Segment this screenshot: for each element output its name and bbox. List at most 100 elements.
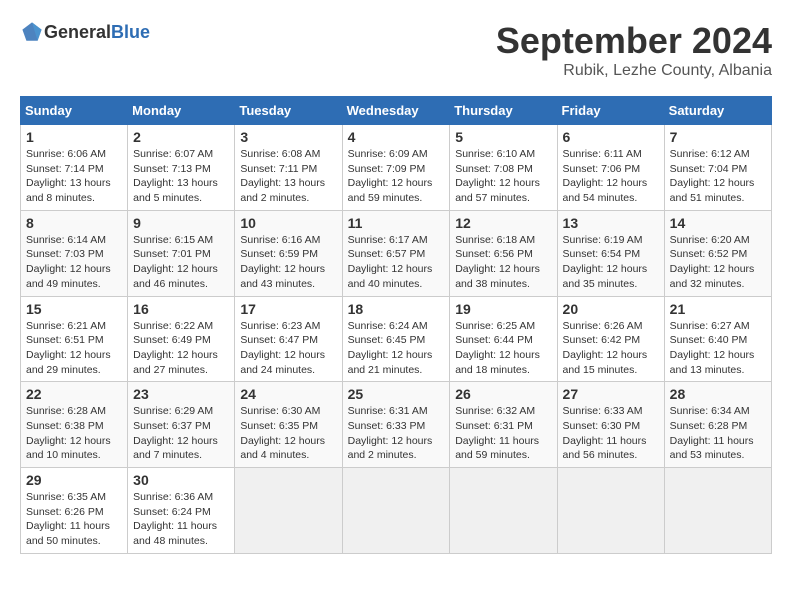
day-info: Sunrise: 6:19 AM Sunset: 6:54 PM Dayligh…: [563, 233, 659, 292]
day-info: Sunrise: 6:27 AM Sunset: 6:40 PM Dayligh…: [670, 319, 766, 378]
calendar-day: 14 Sunrise: 6:20 AM Sunset: 6:52 PM Dayl…: [664, 210, 771, 296]
day-number: 10: [240, 215, 336, 231]
calendar-day: 29 Sunrise: 6:35 AM Sunset: 6:26 PM Dayl…: [21, 468, 128, 554]
day-info: Sunrise: 6:18 AM Sunset: 6:56 PM Dayligh…: [455, 233, 551, 292]
calendar-day: 22 Sunrise: 6:28 AM Sunset: 6:38 PM Dayl…: [21, 382, 128, 468]
day-number: 17: [240, 301, 336, 317]
location-title: Rubik, Lezhe County, Albania: [496, 62, 772, 80]
calendar-day: 26 Sunrise: 6:32 AM Sunset: 6:31 PM Dayl…: [450, 382, 557, 468]
calendar-day: 10 Sunrise: 6:16 AM Sunset: 6:59 PM Dayl…: [235, 210, 342, 296]
column-header-thursday: Thursday: [450, 97, 557, 125]
logo: GeneralBlue: [20, 20, 150, 44]
day-info: Sunrise: 6:11 AM Sunset: 7:06 PM Dayligh…: [563, 147, 659, 206]
calendar-day: 2 Sunrise: 6:07 AM Sunset: 7:13 PM Dayli…: [128, 125, 235, 211]
day-info: Sunrise: 6:06 AM Sunset: 7:14 PM Dayligh…: [26, 147, 122, 206]
day-number: 13: [563, 215, 659, 231]
calendar-day: 1 Sunrise: 6:06 AM Sunset: 7:14 PM Dayli…: [21, 125, 128, 211]
calendar-day: [235, 468, 342, 554]
day-info: Sunrise: 6:26 AM Sunset: 6:42 PM Dayligh…: [563, 319, 659, 378]
day-info: Sunrise: 6:12 AM Sunset: 7:04 PM Dayligh…: [670, 147, 766, 206]
logo-general-text: General: [44, 22, 111, 43]
calendar-day: 13 Sunrise: 6:19 AM Sunset: 6:54 PM Dayl…: [557, 210, 664, 296]
calendar-day: 15 Sunrise: 6:21 AM Sunset: 6:51 PM Dayl…: [21, 296, 128, 382]
title-area: September 2024 Rubik, Lezhe County, Alba…: [496, 20, 772, 80]
calendar-day: 17 Sunrise: 6:23 AM Sunset: 6:47 PM Dayl…: [235, 296, 342, 382]
day-number: 28: [670, 386, 766, 402]
calendar-day: 3 Sunrise: 6:08 AM Sunset: 7:11 PM Dayli…: [235, 125, 342, 211]
day-number: 14: [670, 215, 766, 231]
calendar-day: 24 Sunrise: 6:30 AM Sunset: 6:35 PM Dayl…: [235, 382, 342, 468]
calendar-day: [342, 468, 450, 554]
day-info: Sunrise: 6:24 AM Sunset: 6:45 PM Dayligh…: [348, 319, 445, 378]
day-number: 1: [26, 129, 122, 145]
calendar-day: 16 Sunrise: 6:22 AM Sunset: 6:49 PM Dayl…: [128, 296, 235, 382]
calendar-day: 5 Sunrise: 6:10 AM Sunset: 7:08 PM Dayli…: [450, 125, 557, 211]
day-number: 23: [133, 386, 229, 402]
day-info: Sunrise: 6:31 AM Sunset: 6:33 PM Dayligh…: [348, 404, 445, 463]
day-info: Sunrise: 6:09 AM Sunset: 7:09 PM Dayligh…: [348, 147, 445, 206]
day-number: 2: [133, 129, 229, 145]
column-header-sunday: Sunday: [21, 97, 128, 125]
day-number: 4: [348, 129, 445, 145]
calendar-day: [450, 468, 557, 554]
calendar-day: 7 Sunrise: 6:12 AM Sunset: 7:04 PM Dayli…: [664, 125, 771, 211]
day-info: Sunrise: 6:15 AM Sunset: 7:01 PM Dayligh…: [133, 233, 229, 292]
calendar-day: [557, 468, 664, 554]
logo-icon: [20, 20, 44, 44]
day-number: 18: [348, 301, 445, 317]
calendar-day: 28 Sunrise: 6:34 AM Sunset: 6:28 PM Dayl…: [664, 382, 771, 468]
calendar-week-5: 29 Sunrise: 6:35 AM Sunset: 6:26 PM Dayl…: [21, 468, 772, 554]
calendar-day: 9 Sunrise: 6:15 AM Sunset: 7:01 PM Dayli…: [128, 210, 235, 296]
day-number: 3: [240, 129, 336, 145]
calendar-day: 30 Sunrise: 6:36 AM Sunset: 6:24 PM Dayl…: [128, 468, 235, 554]
calendar-table: SundayMondayTuesdayWednesdayThursdayFrid…: [20, 96, 772, 554]
calendar-week-2: 8 Sunrise: 6:14 AM Sunset: 7:03 PM Dayli…: [21, 210, 772, 296]
calendar-day: 25 Sunrise: 6:31 AM Sunset: 6:33 PM Dayl…: [342, 382, 450, 468]
day-number: 20: [563, 301, 659, 317]
calendar-week-1: 1 Sunrise: 6:06 AM Sunset: 7:14 PM Dayli…: [21, 125, 772, 211]
day-number: 29: [26, 472, 122, 488]
day-info: Sunrise: 6:08 AM Sunset: 7:11 PM Dayligh…: [240, 147, 336, 206]
day-info: Sunrise: 6:35 AM Sunset: 6:26 PM Dayligh…: [26, 490, 122, 549]
day-number: 24: [240, 386, 336, 402]
day-info: Sunrise: 6:07 AM Sunset: 7:13 PM Dayligh…: [133, 147, 229, 206]
day-number: 7: [670, 129, 766, 145]
day-number: 5: [455, 129, 551, 145]
day-info: Sunrise: 6:23 AM Sunset: 6:47 PM Dayligh…: [240, 319, 336, 378]
day-number: 30: [133, 472, 229, 488]
day-number: 16: [133, 301, 229, 317]
calendar-day: 11 Sunrise: 6:17 AM Sunset: 6:57 PM Dayl…: [342, 210, 450, 296]
column-header-wednesday: Wednesday: [342, 97, 450, 125]
day-info: Sunrise: 6:28 AM Sunset: 6:38 PM Dayligh…: [26, 404, 122, 463]
day-info: Sunrise: 6:29 AM Sunset: 6:37 PM Dayligh…: [133, 404, 229, 463]
column-header-saturday: Saturday: [664, 97, 771, 125]
day-info: Sunrise: 6:34 AM Sunset: 6:28 PM Dayligh…: [670, 404, 766, 463]
day-number: 27: [563, 386, 659, 402]
day-info: Sunrise: 6:22 AM Sunset: 6:49 PM Dayligh…: [133, 319, 229, 378]
calendar-day: 6 Sunrise: 6:11 AM Sunset: 7:06 PM Dayli…: [557, 125, 664, 211]
column-header-friday: Friday: [557, 97, 664, 125]
calendar-day: 21 Sunrise: 6:27 AM Sunset: 6:40 PM Dayl…: [664, 296, 771, 382]
day-info: Sunrise: 6:17 AM Sunset: 6:57 PM Dayligh…: [348, 233, 445, 292]
calendar-day: 23 Sunrise: 6:29 AM Sunset: 6:37 PM Dayl…: [128, 382, 235, 468]
column-header-tuesday: Tuesday: [235, 97, 342, 125]
day-info: Sunrise: 6:30 AM Sunset: 6:35 PM Dayligh…: [240, 404, 336, 463]
calendar-day: [664, 468, 771, 554]
column-header-monday: Monday: [128, 97, 235, 125]
day-number: 6: [563, 129, 659, 145]
calendar-day: 19 Sunrise: 6:25 AM Sunset: 6:44 PM Dayl…: [450, 296, 557, 382]
day-info: Sunrise: 6:25 AM Sunset: 6:44 PM Dayligh…: [455, 319, 551, 378]
calendar-week-3: 15 Sunrise: 6:21 AM Sunset: 6:51 PM Dayl…: [21, 296, 772, 382]
month-title: September 2024: [496, 20, 772, 62]
day-number: 9: [133, 215, 229, 231]
calendar-header-row: SundayMondayTuesdayWednesdayThursdayFrid…: [21, 97, 772, 125]
day-number: 12: [455, 215, 551, 231]
day-number: 22: [26, 386, 122, 402]
day-number: 21: [670, 301, 766, 317]
day-info: Sunrise: 6:36 AM Sunset: 6:24 PM Dayligh…: [133, 490, 229, 549]
calendar-day: 4 Sunrise: 6:09 AM Sunset: 7:09 PM Dayli…: [342, 125, 450, 211]
day-info: Sunrise: 6:16 AM Sunset: 6:59 PM Dayligh…: [240, 233, 336, 292]
day-info: Sunrise: 6:14 AM Sunset: 7:03 PM Dayligh…: [26, 233, 122, 292]
page-header: GeneralBlue September 2024 Rubik, Lezhe …: [20, 20, 772, 80]
day-number: 11: [348, 215, 445, 231]
